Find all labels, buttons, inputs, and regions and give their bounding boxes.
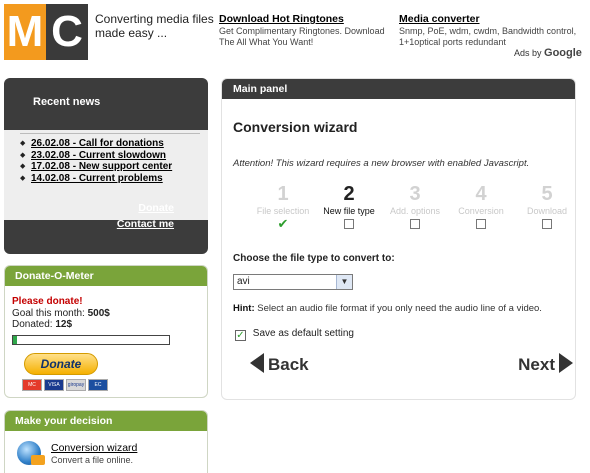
hint-text: Hint: Select an audio file format if you… [233, 303, 542, 314]
visa-icon: VISA [44, 378, 64, 391]
make-your-decision-panel: Make your decision Conversion wizard Con… [4, 410, 208, 473]
donate-o-meter-title: Donate-O-Meter [5, 266, 207, 286]
news-link[interactable]: 23.02.08 - Current slowdown [31, 150, 166, 161]
news-item[interactable]: 23.02.08 - Current slowdown [20, 150, 208, 162]
ads-by-google[interactable]: Ads by Google [514, 47, 582, 59]
wizard-title: Conversion wizard [233, 119, 358, 135]
step-conversion: 4 Conversion [448, 183, 514, 229]
ads-by-label: Ads by [514, 48, 542, 58]
ad-ringtones-link[interactable]: Download Hot Ringtones [219, 14, 395, 25]
step-number: 3 [409, 183, 421, 205]
goal-line: Goal this month: 500$ [12, 308, 207, 320]
file-type-value: avi [237, 276, 250, 287]
step-file-selection: 1 File selection ✔ [250, 183, 316, 230]
recent-links: Donate Contact me [117, 200, 174, 232]
news-item[interactable]: 14.02.08 - Current problems [20, 173, 208, 185]
payment-cards: MC VISA giropay EC [22, 378, 207, 391]
ads-brand: Google [544, 47, 582, 59]
site-logo[interactable]: M C [4, 4, 88, 60]
step-label: Add. options [389, 206, 441, 216]
make-your-decision-title: Make your decision [5, 411, 207, 431]
ec-icon: EC [88, 378, 108, 391]
step-label: Download [526, 206, 568, 216]
back-button[interactable]: Back [250, 353, 309, 375]
news-item[interactable]: 26.02.08 - Call for donations [20, 138, 208, 150]
donate-link[interactable]: Donate [117, 200, 174, 216]
news-link[interactable]: 26.02.08 - Call for donations [31, 138, 164, 149]
news-divider [20, 133, 200, 134]
back-label: Back [268, 355, 309, 374]
step-checkbox [410, 219, 420, 229]
news-link[interactable]: 14.02.08 - Current problems [31, 173, 163, 184]
checkmark-icon: ✔ [277, 216, 289, 231]
conversion-wizard-desc: Convert a file online. [51, 455, 134, 465]
please-donate-text: Please donate! [12, 296, 83, 307]
donated-value: 12$ [55, 319, 73, 330]
hint-label: Hint: [233, 303, 255, 314]
contact-me-link[interactable]: Contact me [117, 216, 174, 232]
logo-letter-c: C [46, 4, 88, 60]
step-checkbox [476, 219, 486, 229]
ad-media-converter[interactable]: Media converter Snmp, PoE, wdm, cwdm, Ba… [399, 14, 577, 48]
goal-value: 500$ [87, 307, 110, 319]
next-button[interactable]: Next [518, 353, 573, 375]
recent-news-panel: Recent news 26.02.08 - Call for donation… [4, 78, 208, 254]
step-label: Conversion [458, 206, 504, 216]
news-link[interactable]: 17.02.08 - New support center [31, 161, 172, 172]
hint-body: Select an audio file format if you only … [257, 303, 542, 314]
step-add-options: 3 Add. options [382, 183, 448, 229]
file-type-select[interactable]: avi ▼ [233, 274, 353, 290]
goal-label: Goal this month: [12, 307, 85, 319]
chevron-down-icon[interactable]: ▼ [336, 275, 352, 289]
step-new-file-type: 2 New file type [316, 183, 382, 229]
step-label: New file type [323, 206, 375, 216]
chevron-left-icon [250, 353, 264, 373]
step-checkbox [542, 219, 552, 229]
default-setting-row[interactable]: ✓ Save as default setting [235, 328, 354, 341]
next-label: Next [518, 355, 555, 374]
logo-letter-m: M [4, 4, 46, 60]
donation-progress-fill [13, 335, 17, 344]
news-item[interactable]: 17.02.08 - New support center [20, 161, 208, 173]
step-checkbox [344, 219, 354, 229]
step-number: 1 [277, 183, 289, 205]
javascript-notice: Attention! This wizard requires a new br… [233, 158, 530, 169]
arrow-icon [31, 455, 45, 465]
ad-ringtones[interactable]: Download Hot Ringtones Get Complimentary… [219, 14, 395, 48]
conversion-wizard-link[interactable]: Conversion wizard [51, 442, 201, 454]
step-number: 4 [475, 183, 487, 205]
donate-o-meter-panel: Donate-O-Meter Please donate! Goal this … [4, 265, 208, 398]
default-setting-checkbox[interactable]: ✓ [235, 330, 246, 341]
ad-ringtones-text: Get Complimentary Ringtones. Download Th… [219, 26, 385, 47]
ad-media-converter-text: Snmp, PoE, wdm, cwdm, Bandwidth control,… [399, 26, 577, 47]
donation-progress-bar [12, 334, 170, 345]
chevron-right-icon [559, 353, 573, 373]
mastercard-icon: MC [22, 378, 42, 391]
main-panel-title: Main panel [222, 79, 575, 99]
step-number: 2 [343, 183, 355, 205]
ad-media-converter-link[interactable]: Media converter [399, 14, 577, 25]
default-setting-label: Save as default setting [252, 328, 354, 339]
step-number: 5 [541, 183, 553, 205]
wizard-steps: 1 File selection ✔ 2 New file type 3 Add… [250, 183, 570, 233]
choose-file-type-label: Choose the file type to convert to: [233, 253, 395, 264]
donated-line: Donated: 12$ [12, 319, 207, 331]
step-download: 5 Download [514, 183, 580, 229]
site-tagline: Converting media files made easy ... [95, 12, 214, 40]
news-list: 26.02.08 - Call for donations 23.02.08 -… [4, 130, 208, 220]
main-panel: Main panel Conversion wizard Attention! … [221, 78, 576, 400]
donated-label: Donated: [12, 319, 53, 330]
recent-news-title: Recent news [33, 96, 101, 108]
giropay-icon: giropay [66, 378, 86, 391]
paypal-donate-button[interactable]: Donate [24, 352, 98, 375]
